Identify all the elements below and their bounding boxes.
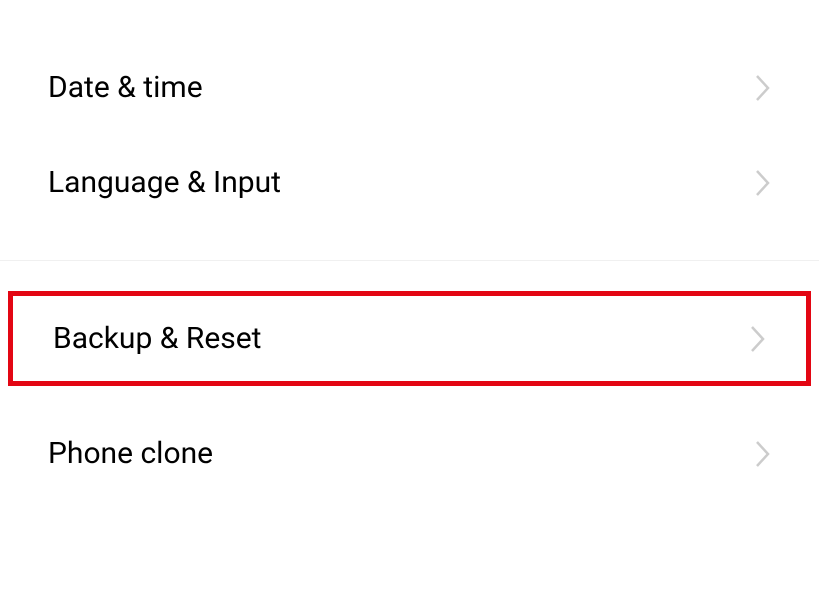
settings-item-label: Language & Input <box>48 165 281 200</box>
settings-item-label: Phone clone <box>48 436 213 471</box>
settings-item-language-input[interactable]: Language & Input <box>0 135 819 230</box>
settings-item-phone-clone[interactable]: Phone clone <box>0 406 819 501</box>
chevron-right-icon <box>755 440 771 468</box>
spacer <box>0 386 819 406</box>
settings-item-label: Date & time <box>48 70 203 105</box>
settings-item-backup-reset[interactable]: Backup & Reset <box>8 291 811 386</box>
settings-item-label: Backup & Reset <box>53 321 261 356</box>
section-divider <box>0 260 819 261</box>
chevron-right-icon <box>755 74 771 102</box>
settings-item-date-time[interactable]: Date & time <box>0 40 819 135</box>
settings-list: Date & time Language & Input Backup & Re… <box>0 0 819 501</box>
chevron-right-icon <box>750 325 766 353</box>
chevron-right-icon <box>755 169 771 197</box>
